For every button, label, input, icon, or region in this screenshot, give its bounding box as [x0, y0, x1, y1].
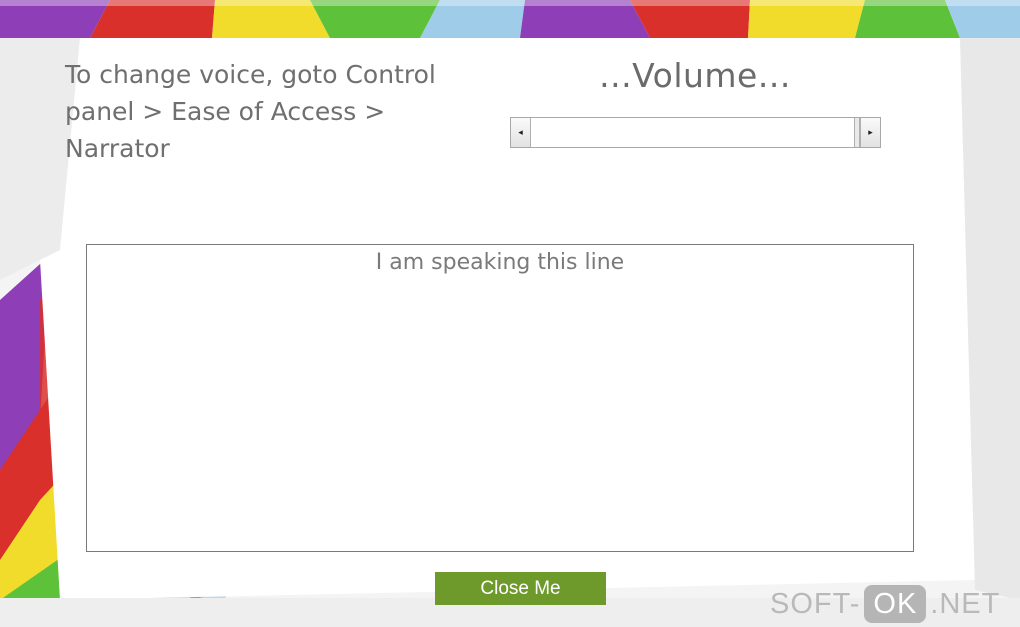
close-button[interactable]: Close Me	[435, 572, 606, 605]
watermark: SOFT- OK .NET	[770, 584, 1000, 624]
volume-title: ...Volume...	[599, 56, 791, 95]
watermark-prefix: SOFT-	[770, 587, 861, 620]
voice-instructions: To change voice, goto Control panel > Ea…	[65, 60, 436, 163]
chevron-left-icon: ◂	[518, 127, 523, 138]
chevron-right-icon: ▸	[868, 127, 873, 138]
top-tile-row	[0, 0, 1020, 38]
volume-scrollbar[interactable]: ◂ ▸	[510, 117, 881, 148]
volume-increase-button[interactable]: ▸	[860, 118, 880, 147]
spoken-line: I am speaking this line	[375, 250, 625, 275]
speech-text-box: I am speaking this line	[86, 244, 914, 552]
volume-track[interactable]	[531, 118, 860, 147]
volume-decrease-button[interactable]: ◂	[511, 118, 531, 147]
volume-thumb[interactable]	[854, 118, 860, 147]
watermark-suffix: .NET	[930, 587, 1001, 620]
watermark-highlight: OK	[864, 585, 927, 623]
